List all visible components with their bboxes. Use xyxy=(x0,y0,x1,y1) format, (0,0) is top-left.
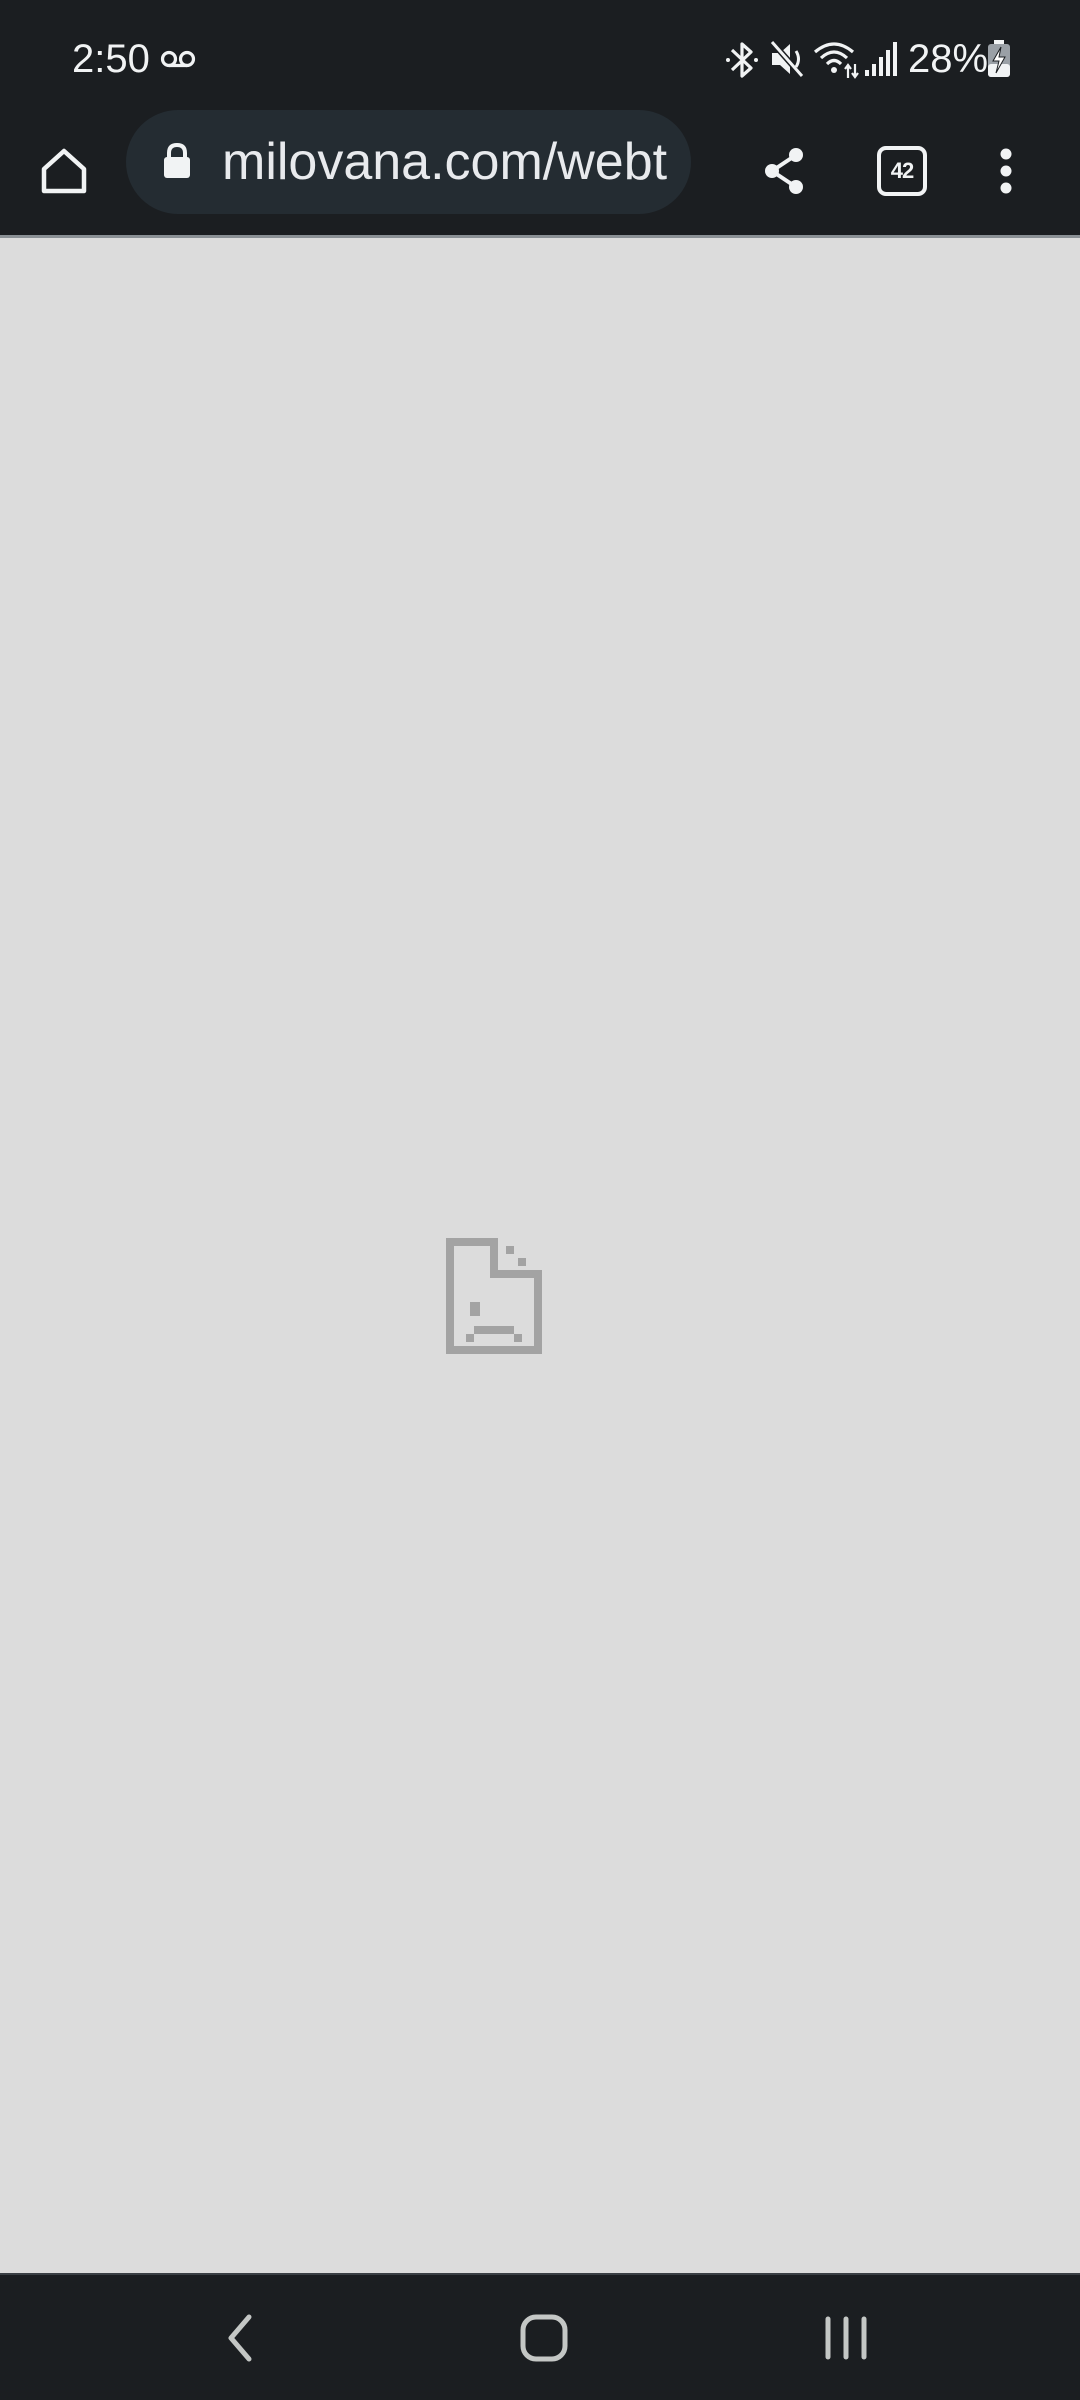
recents-icon xyxy=(825,2316,867,2360)
more-menu-button[interactable] xyxy=(964,129,1048,213)
battery-charging-icon xyxy=(988,40,1010,77)
wifi-icon xyxy=(813,42,859,79)
mute-icon xyxy=(769,40,805,78)
nav-divider xyxy=(0,2273,1080,2275)
status-time: 2:50 xyxy=(72,37,150,81)
url-text: milovana.com/webteases/ xyxy=(222,133,667,191)
back-button[interactable] xyxy=(190,2293,290,2383)
back-icon xyxy=(228,2314,252,2362)
lock-icon xyxy=(164,142,190,178)
voicemail-icon xyxy=(160,50,196,68)
tab-switcher-button[interactable]: 42 xyxy=(860,129,944,213)
screen: 2:50 28% 42 milovana.com/webt xyxy=(0,0,1080,2400)
address-bar[interactable]: milovana.com/webteases/ xyxy=(126,110,691,214)
status-bar: 2:50 28% xyxy=(0,0,1080,115)
battery-percent: 28% xyxy=(908,37,989,81)
share-icon xyxy=(765,148,803,194)
recents-button[interactable] xyxy=(796,2293,896,2383)
share-button[interactable] xyxy=(742,129,826,213)
bluetooth-icon xyxy=(726,42,758,78)
home-icon xyxy=(520,2314,568,2362)
tab-count: 42 xyxy=(890,158,915,183)
more-vert-icon xyxy=(1000,148,1012,194)
navigation-bar xyxy=(0,2273,1080,2400)
sad-page-icon xyxy=(446,1238,542,1354)
home-button[interactable] xyxy=(22,129,106,213)
home-icon xyxy=(41,148,87,194)
signal-icon xyxy=(865,42,897,76)
home-nav-button[interactable] xyxy=(494,2293,594,2383)
tabs-icon: 42 xyxy=(877,146,927,196)
